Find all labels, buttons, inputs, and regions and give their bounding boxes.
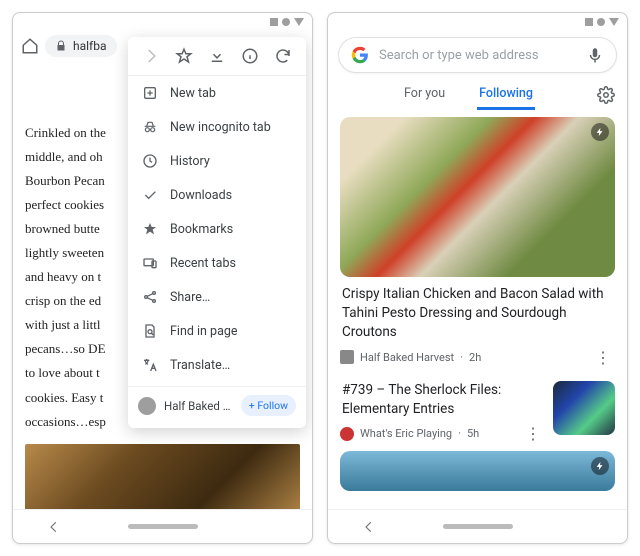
feed-tabs: For you Following [328,79,627,111]
menu-incognito[interactable]: New incognito tab [128,110,306,144]
source-name: What's Eric Playing [360,427,452,440]
feed-card-title: #739 – The Sherlock Files: Elementary En… [340,381,545,425]
google-logo-icon [351,46,369,64]
menu-bookmarks[interactable]: Bookmarks [128,212,306,246]
status-icon [597,18,605,26]
plus-box-icon [142,85,158,101]
feed-card[interactable]: Crispy Italian Chicken and Bacon Salad w… [340,117,615,367]
menu-downloads[interactable]: Downloads [128,178,306,212]
find-in-page-icon [142,323,158,339]
menu-label: New incognito tab [170,120,271,135]
source-favicon [340,350,354,364]
phone-right: Search or type web address For you Follo… [327,12,628,544]
share-icon [142,289,158,305]
feed-card-meta: What's Eric Playing · 5h ⋮ [340,424,545,443]
search-placeholder: Search or type web address [379,48,576,63]
menu-label: New tab [170,86,216,101]
source-name: Half Baked Harvest [360,351,454,364]
bookmark-star-icon[interactable] [175,47,193,65]
follow-button[interactable]: + Follow [241,395,296,416]
home-handle[interactable] [128,524,198,529]
android-navbar [328,509,627,543]
dot: · [458,427,461,440]
menu-translate[interactable]: Translate… [128,348,306,382]
status-icon [294,18,304,26]
android-navbar [13,509,312,543]
feed-card-meta: Half Baked Harvest · 2h ⋮ [340,348,615,367]
menu-label: Find in page [170,324,238,339]
menu-label: Translate… [170,358,230,373]
status-bar [328,13,627,31]
download-icon[interactable] [208,47,226,65]
status-icon [270,18,278,26]
info-icon[interactable] [241,47,259,65]
source-favicon [340,427,354,441]
search-bar[interactable]: Search or type web address [338,37,617,73]
overflow-menu: New tab New incognito tab History Downlo… [128,37,306,428]
url-bar[interactable]: halfba [45,35,117,57]
more-icon[interactable]: ⋮ [521,424,545,443]
translate-icon [142,357,158,373]
lock-icon [55,40,67,52]
amp-icon [591,123,609,141]
menu-label: History [170,154,210,169]
forward-icon[interactable] [142,47,160,65]
menu-label: Downloads [170,188,232,203]
menu-new-tab[interactable]: New tab [128,76,306,110]
reload-icon[interactable] [274,47,292,65]
menu-recent-tabs[interactable]: Recent tabs [128,246,306,280]
status-icon [585,18,593,26]
status-icon [609,18,619,26]
menu-label: Recent tabs [170,256,236,271]
more-icon[interactable]: ⋮ [591,348,615,367]
menu-history[interactable]: History [128,144,306,178]
url-text: halfba [73,39,107,53]
feed-card-thumb [553,381,615,435]
devices-icon [142,255,158,271]
feed-card-image [340,117,615,277]
gear-icon[interactable] [597,86,615,104]
article-image [25,444,300,509]
menu-label: Bookmarks [170,222,233,237]
home-icon[interactable] [21,37,39,55]
source-time: 5h [467,427,479,440]
menu-share[interactable]: Share… [128,280,306,314]
follow-site-name: Half Baked Harvest [164,399,233,413]
amp-icon [591,457,609,475]
back-icon[interactable] [362,520,376,534]
tab-for-you[interactable]: For you [402,80,447,110]
incognito-icon [142,119,158,135]
feed-card-image[interactable] [340,451,615,491]
menu-find[interactable]: Find in page [128,314,306,348]
menu-follow-row: Half Baked Harvest + Follow [128,386,306,424]
history-icon [142,153,158,169]
site-favicon [138,397,156,415]
mic-icon[interactable] [586,46,604,64]
star-icon [142,221,158,237]
check-icon [142,187,158,203]
back-icon[interactable] [47,520,61,534]
feed-card[interactable]: #739 – The Sherlock Files: Elementary En… [340,381,615,444]
feed-card-title: Crispy Italian Chicken and Bacon Salad w… [340,277,615,348]
menu-icon-row [128,37,306,76]
home-handle[interactable] [443,524,513,529]
dot: · [460,351,463,364]
status-bar [13,13,312,31]
phone-left: halfba — HALF H A R Crinkled on the midd… [12,12,313,544]
tab-following[interactable]: Following [477,80,535,110]
status-icon [282,18,290,26]
feed: Crispy Italian Chicken and Bacon Salad w… [328,111,627,509]
menu-label: Share… [170,290,210,305]
source-time: 2h [469,351,481,364]
